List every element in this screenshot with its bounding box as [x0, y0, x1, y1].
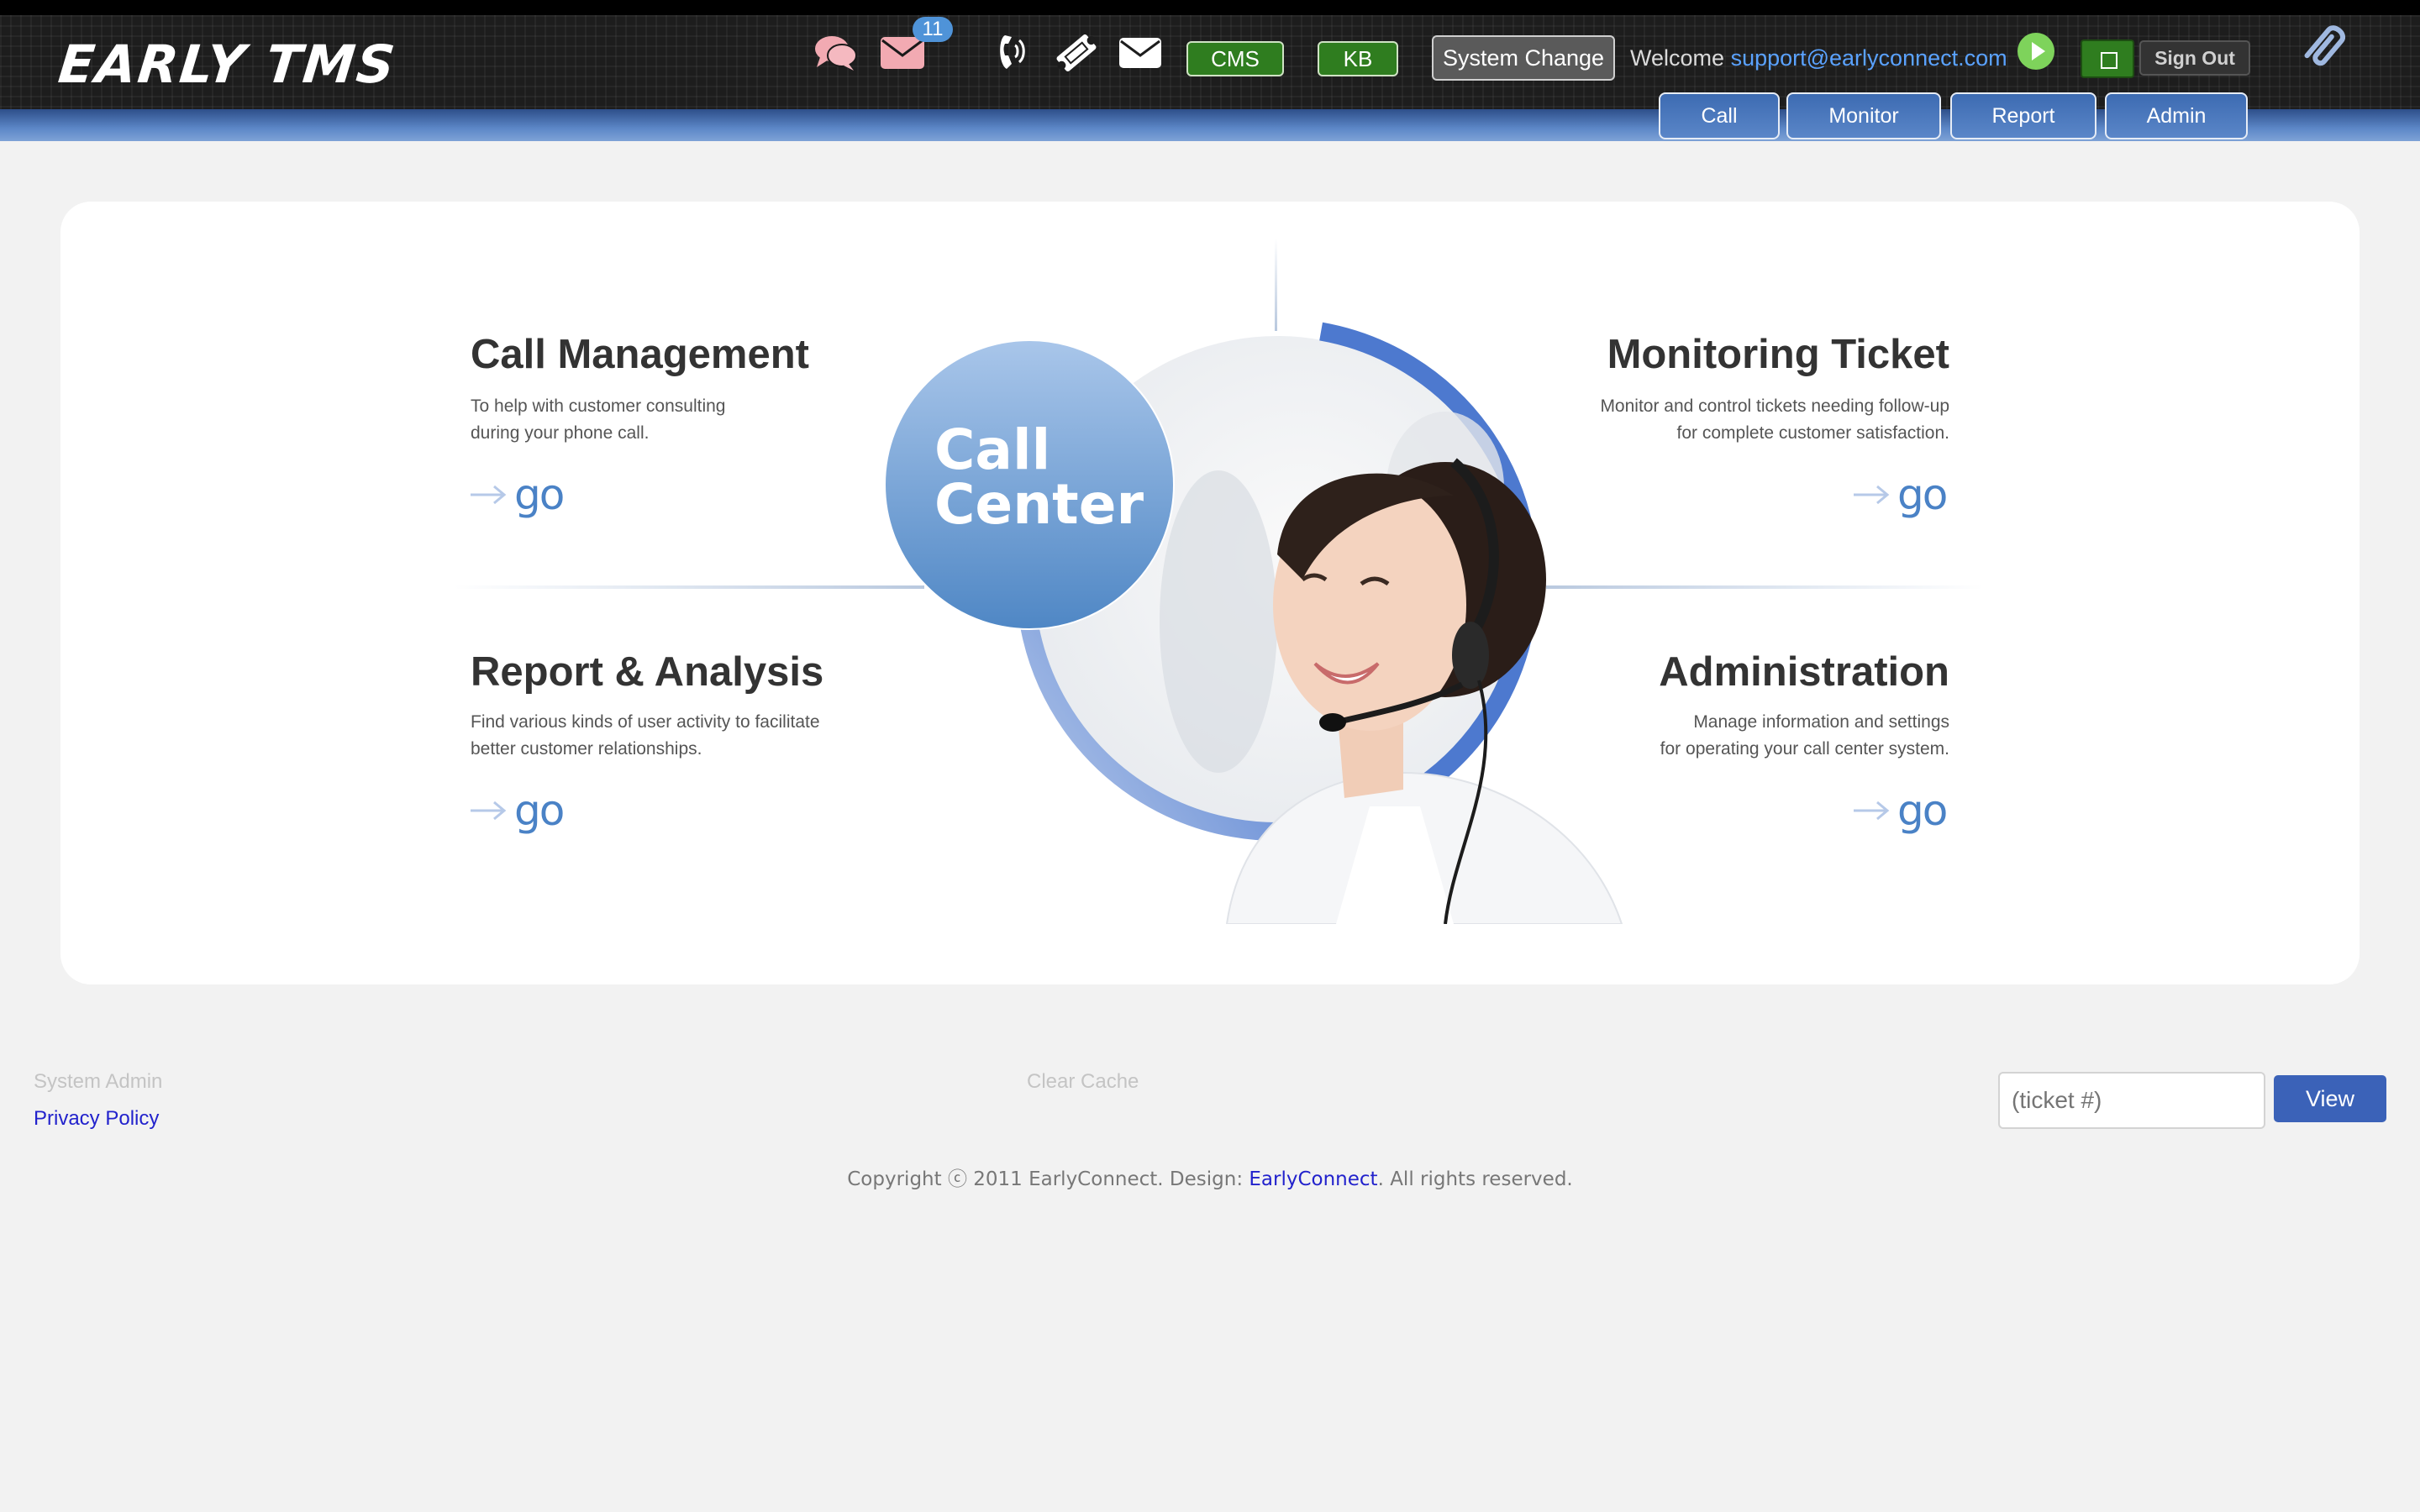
stop-button[interactable]: [2081, 39, 2134, 78]
desc-line: To help with customer consulting: [471, 396, 726, 416]
arrow-right-icon: [1854, 801, 1890, 821]
report-analysis-description: Find various kinds of user activity to f…: [471, 709, 820, 763]
welcome-message: Welcome support@earlyconnect.com: [1630, 45, 2007, 71]
copyright-prefix: Copyright ⓒ 2011 EarlyConnect. Design:: [847, 1168, 1249, 1190]
desc-line: Find various kinds of user activity to f…: [471, 712, 820, 732]
copyright-notice: Copyright ⓒ 2011 EarlyConnect. Design: E…: [0, 1163, 2420, 1191]
clear-cache-link[interactable]: Clear Cache: [1027, 1070, 1139, 1094]
top-header: EARLY TMS 11 CMS KB System Change Welcom…: [0, 0, 2420, 141]
logo[interactable]: EARLY TMS: [55, 34, 399, 95]
view-ticket-button[interactable]: View: [2274, 1075, 2386, 1122]
call-management-go-link[interactable]: go: [469, 470, 565, 519]
arrow-right-icon: [471, 801, 507, 821]
nav-tab-report[interactable]: Report: [1950, 92, 2096, 139]
desc-line: for complete customer satisfaction.: [1676, 423, 1949, 443]
left-divider: [454, 585, 924, 589]
ticket-number-input[interactable]: [1998, 1072, 2265, 1129]
cms-button[interactable]: CMS: [1186, 41, 1284, 76]
phone-icon[interactable]: [995, 30, 1032, 74]
nav-tab-monitor[interactable]: Monitor: [1786, 92, 1941, 139]
desc-line: for operating your call center system.: [1660, 739, 1949, 759]
bubble-text-line2: Center: [934, 472, 1144, 537]
go-label: go: [514, 470, 565, 519]
system-change-button[interactable]: System Change: [1432, 35, 1615, 81]
call-management-description: To help with customer consulting during …: [471, 393, 726, 447]
kb-button[interactable]: KB: [1318, 41, 1398, 76]
desc-line: better customer relationships.: [471, 739, 702, 759]
paperclip-icon[interactable]: [2299, 17, 2353, 76]
copyright-suffix: . All rights reserved.: [1377, 1168, 1573, 1190]
nav-tab-call[interactable]: Call: [1659, 92, 1780, 139]
go-label: go: [1897, 470, 1948, 519]
monitoring-ticket-title: Monitoring Ticket: [1607, 332, 1949, 377]
report-analysis-title: Report & Analysis: [471, 649, 824, 695]
nav-tab-admin[interactable]: Admin: [2105, 92, 2248, 139]
call-management-title: Call Management: [471, 332, 809, 377]
user-email-link[interactable]: support@earlyconnect.com: [1731, 45, 2007, 71]
mail-count-badge: 11: [913, 17, 953, 42]
system-admin-link[interactable]: System Admin: [34, 1070, 162, 1094]
go-label: go: [514, 786, 565, 835]
report-analysis-go-link[interactable]: go: [469, 786, 565, 835]
welcome-label: Welcome: [1630, 45, 1725, 71]
header-top-strip: [0, 0, 2420, 15]
ticket-icon[interactable]: [1054, 30, 1099, 76]
arrow-right-icon: [471, 485, 507, 505]
desc-line: Manage information and settings: [1693, 712, 1949, 732]
monitoring-ticket-go-link[interactable]: go: [1852, 470, 1948, 519]
sign-out-button[interactable]: Sign Out: [2139, 40, 2250, 76]
privacy-policy-link[interactable]: Privacy Policy: [34, 1107, 159, 1131]
monitoring-ticket-description: Monitor and control tickets needing foll…: [1600, 393, 1949, 447]
earlyconnect-link[interactable]: EarlyConnect: [1249, 1168, 1377, 1190]
administration-title: Administration: [1659, 649, 1949, 695]
desc-line: during your phone call.: [471, 423, 650, 443]
administration-go-link[interactable]: go: [1852, 786, 1948, 835]
arrow-right-icon: [1854, 485, 1890, 505]
desc-line: Monitor and control tickets needing foll…: [1600, 396, 1949, 416]
administration-description: Manage information and settings for oper…: [1660, 709, 1949, 763]
play-icon[interactable]: [2018, 33, 2054, 70]
go-label: go: [1897, 786, 1948, 835]
call-center-illustration: Call Center: [884, 318, 1623, 924]
chat-icon[interactable]: [812, 32, 859, 74]
envelope-icon[interactable]: [1118, 35, 1163, 71]
